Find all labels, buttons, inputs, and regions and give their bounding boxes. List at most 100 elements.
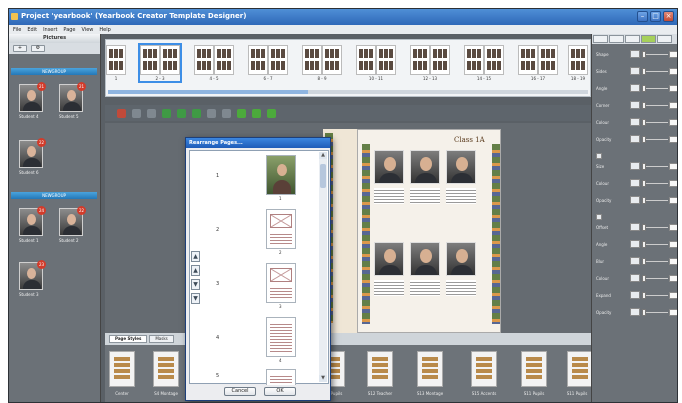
property-swatch[interactable] (630, 179, 640, 187)
ok-button[interactable]: OK (264, 387, 296, 396)
page-thumb[interactable]: 4 - 5 (194, 45, 234, 81)
style-thumb[interactable] (567, 351, 593, 387)
page-thumb[interactable]: 10 - 11 (356, 45, 396, 81)
copy-icon[interactable] (147, 108, 156, 118)
arrange-icon[interactable] (192, 108, 201, 118)
menu-help[interactable]: Help (99, 27, 110, 33)
property-swatch[interactable] (630, 240, 640, 248)
arrow-left-icon[interactable] (237, 108, 246, 118)
style-thumb[interactable] (417, 351, 443, 387)
property-swatch[interactable] (630, 291, 640, 299)
tab-shape[interactable] (593, 35, 608, 43)
student-portrait[interactable] (410, 242, 440, 276)
property-slider-handle[interactable] (642, 119, 646, 126)
group-header-2[interactable]: NEWGROUP (11, 192, 97, 199)
scrollbar-thumb[interactable] (108, 90, 308, 94)
student-portrait[interactable] (410, 150, 440, 184)
text-block[interactable] (410, 188, 440, 204)
style-thumb[interactable] (471, 351, 497, 387)
property-slider-handle[interactable] (642, 163, 646, 170)
text-block[interactable] (410, 280, 440, 296)
move-down-button[interactable]: ▼ (191, 279, 200, 290)
page-list-scrollbar[interactable]: ▲ ▼ (319, 152, 327, 382)
cancel-button[interactable]: Cancel (224, 387, 256, 396)
property-value-field[interactable] (669, 51, 677, 58)
page-list[interactable]: 1 1 2 2 3 3 4 4 5 5 (189, 150, 329, 385)
student-card[interactable]: 21 Student 4 (19, 82, 49, 119)
property-value-field[interactable] (669, 258, 677, 265)
property-swatch[interactable] (630, 196, 640, 204)
delete-icon[interactable] (117, 108, 126, 118)
property-swatch[interactable] (630, 67, 640, 75)
property-value-field[interactable] (669, 102, 677, 109)
property-value-field[interactable] (669, 180, 677, 187)
style-thumb[interactable] (109, 351, 135, 387)
page-list-item[interactable]: 3 3 (190, 259, 318, 313)
property-swatch[interactable] (630, 257, 640, 265)
text-block[interactable] (374, 188, 404, 204)
tab-effects[interactable] (641, 35, 656, 43)
section-toggle[interactable] (596, 153, 602, 159)
tab-page-styles[interactable]: Page Styles (109, 335, 148, 343)
property-slider-handle[interactable] (642, 224, 646, 231)
property-swatch[interactable] (630, 274, 640, 282)
page-thumb[interactable]: 6 - 7 (248, 45, 288, 81)
property-swatch[interactable] (630, 84, 640, 92)
tab-text[interactable] (625, 35, 640, 43)
right-page[interactable]: Class 1A (357, 129, 501, 333)
menu-insert[interactable]: Insert (43, 27, 57, 33)
property-value-field[interactable] (669, 275, 677, 282)
page-thumb[interactable]: 14 - 15 (464, 45, 504, 81)
style-thumb[interactable] (521, 351, 547, 387)
menu-file[interactable]: File (13, 27, 21, 33)
property-value-field[interactable] (669, 241, 677, 248)
maximize-icon[interactable]: □ (650, 11, 661, 22)
property-swatch[interactable] (630, 223, 640, 231)
group-icon[interactable] (162, 108, 171, 118)
tab-border[interactable] (609, 35, 624, 43)
student-portrait[interactable] (374, 242, 404, 276)
page-thumb-selected[interactable]: 2 - 3 (138, 43, 182, 83)
settings-dropdown-icon[interactable]: ⚙ (31, 45, 45, 52)
property-slider-handle[interactable] (642, 51, 646, 58)
property-value-field[interactable] (669, 197, 677, 204)
property-value-field[interactable] (669, 68, 677, 75)
refresh-icon[interactable] (267, 108, 276, 118)
page-thumb[interactable]: 12 - 13 (410, 45, 450, 81)
property-swatch[interactable] (630, 101, 640, 109)
zoom-in-icon[interactable] (222, 108, 231, 118)
property-swatch[interactable] (630, 308, 640, 316)
property-swatch[interactable] (630, 50, 640, 58)
move-bottom-button[interactable]: ▼ (191, 293, 200, 304)
student-card[interactable]: 23 Student 3 (19, 260, 49, 297)
add-picture-icon[interactable]: + (13, 45, 27, 52)
property-slider-handle[interactable] (642, 180, 646, 187)
property-slider-handle[interactable] (642, 241, 646, 248)
scrollbar-thumb[interactable] (320, 164, 326, 188)
property-slider-handle[interactable] (642, 68, 646, 75)
property-slider-handle[interactable] (642, 197, 646, 204)
page-list-item[interactable]: 1 1 (190, 151, 318, 205)
arrow-right-icon[interactable] (252, 108, 261, 118)
property-value-field[interactable] (669, 224, 677, 231)
page-list-item[interactable]: 4 4 (190, 313, 318, 367)
student-card[interactable]: 22 Student 2 (59, 206, 89, 243)
page-canvas[interactable]: Class 1A (105, 123, 591, 333)
section-toggle[interactable] (596, 214, 602, 220)
group-header-1[interactable]: NEWGROUP (11, 68, 97, 75)
page-list-item[interactable]: 2 2 (190, 205, 318, 259)
student-card[interactable]: 24 Student 1 (19, 206, 49, 243)
property-slider-handle[interactable] (642, 258, 646, 265)
close-icon[interactable]: × (663, 11, 674, 22)
tab-masks[interactable]: Masks (149, 335, 174, 343)
property-slider-handle[interactable] (642, 292, 646, 299)
property-value-field[interactable] (669, 163, 677, 170)
student-card[interactable]: 21 Student 5 (59, 82, 89, 119)
text-block[interactable] (374, 280, 404, 296)
property-slider-handle[interactable] (642, 136, 646, 143)
menu-edit[interactable]: Edit (27, 27, 37, 33)
property-value-field[interactable] (669, 119, 677, 126)
page-thumb[interactable]: 8 - 9 (302, 45, 342, 81)
student-card[interactable]: 22 Student 6 (19, 138, 49, 175)
property-swatch[interactable] (630, 162, 640, 170)
